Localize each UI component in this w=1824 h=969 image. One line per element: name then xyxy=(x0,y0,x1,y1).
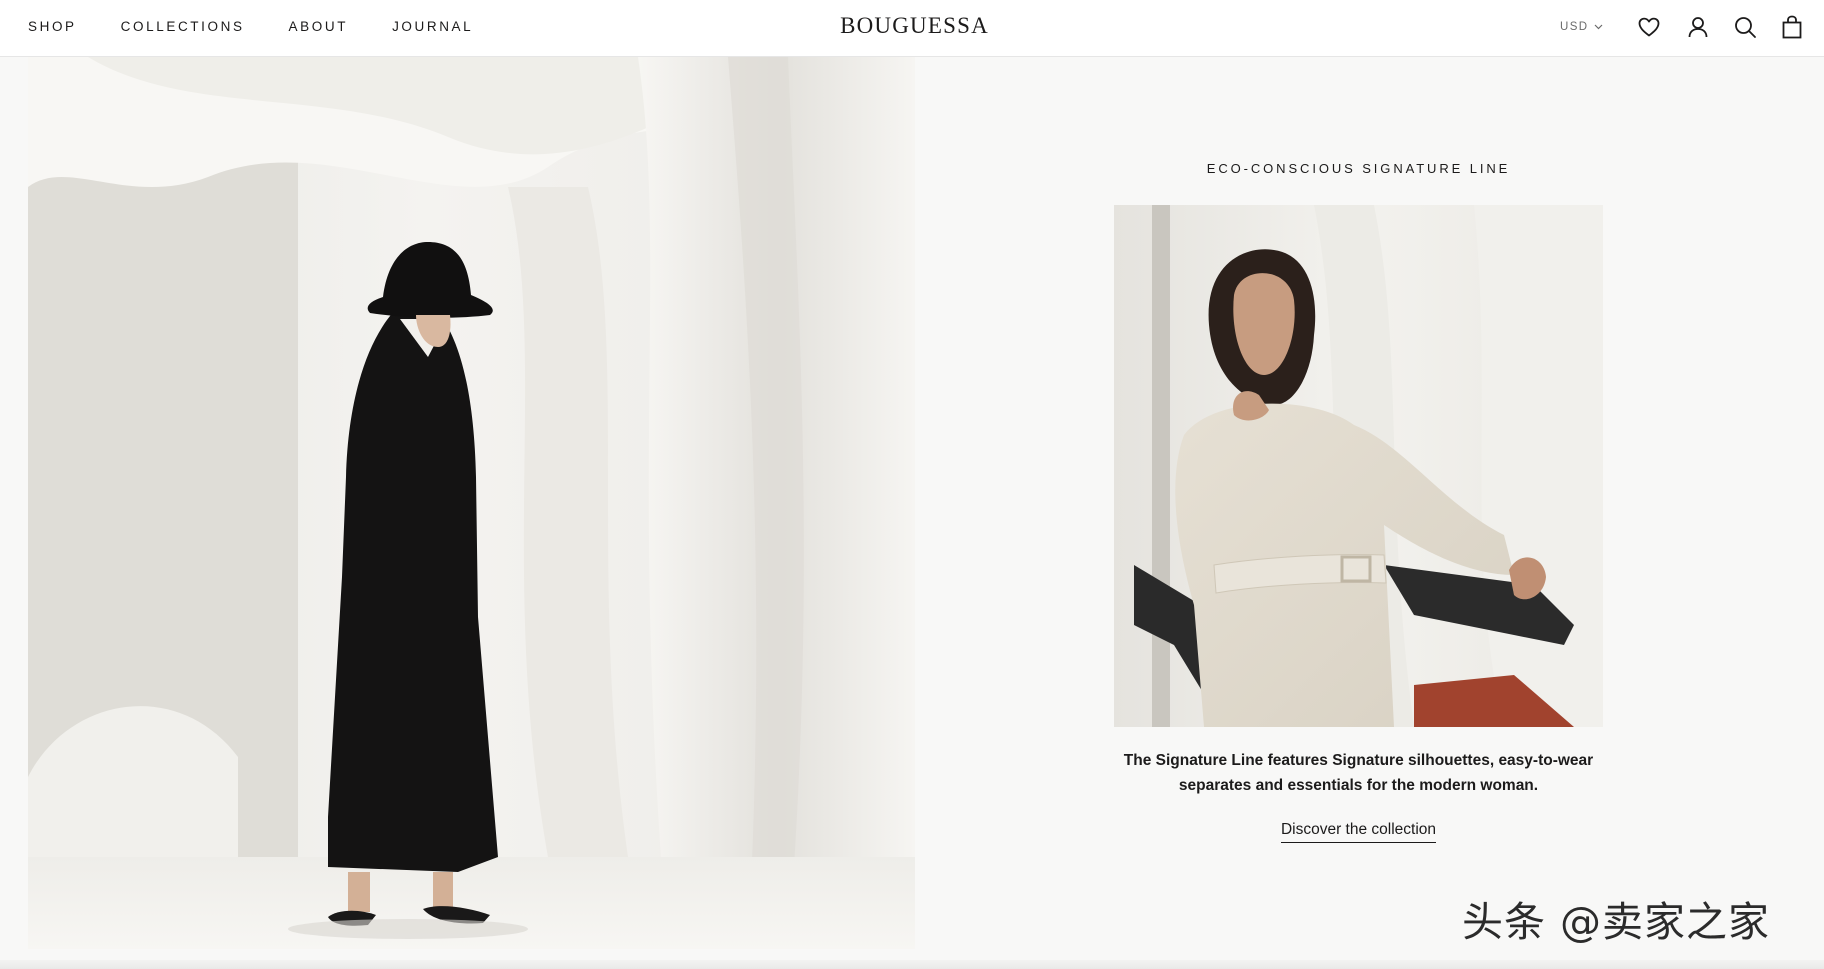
account-icon[interactable] xyxy=(1685,14,1711,40)
discover-collection-link[interactable]: Discover the collection xyxy=(1280,820,1437,843)
bottom-edge xyxy=(0,960,1824,969)
feature-description: The Signature Line features Signature si… xyxy=(1123,752,1594,794)
watermark-text: 头条 @卖家之家 xyxy=(1462,898,1771,946)
bag-icon[interactable] xyxy=(1779,14,1805,40)
currency-selector[interactable]: USD xyxy=(1560,21,1603,33)
chevron-down-icon xyxy=(1594,24,1603,30)
feature-image[interactable] xyxy=(1114,205,1603,727)
site-header: SHOP COLLECTIONS ABOUT JOURNAL BOUGUESSA… xyxy=(0,0,1824,57)
brand-logo[interactable]: BOUGUESSA xyxy=(0,13,1824,39)
search-icon[interactable] xyxy=(1732,14,1758,40)
cta-container: Discover the collection xyxy=(1071,820,1646,843)
section-eyebrow: ECO-CONSCIOUS SIGNATURE LINE xyxy=(1206,161,1511,176)
heart-icon[interactable] xyxy=(1636,14,1662,40)
hero-image[interactable] xyxy=(28,57,915,949)
currency-value: USD xyxy=(1560,21,1589,33)
